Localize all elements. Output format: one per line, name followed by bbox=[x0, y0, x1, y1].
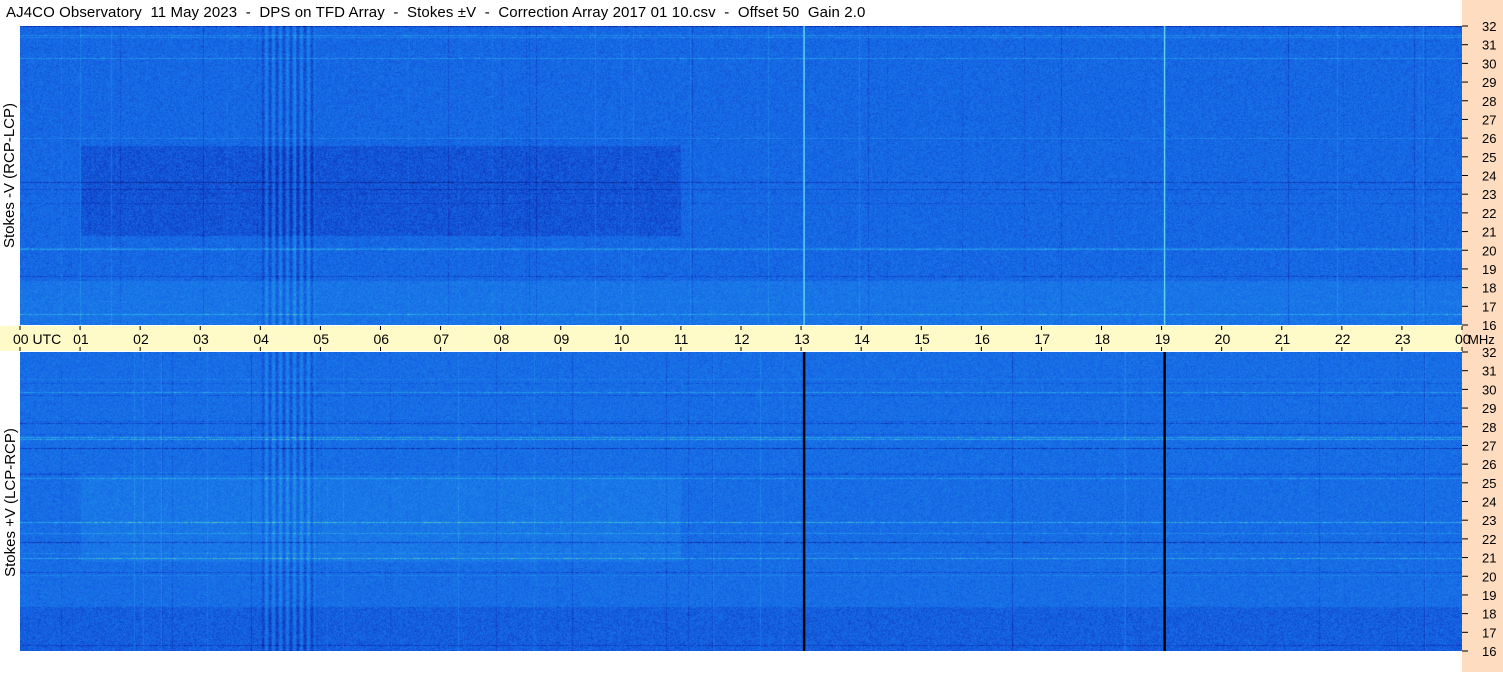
frequency-tick-label: 32 bbox=[1482, 19, 1496, 34]
frequency-tick-label: 23 bbox=[1482, 187, 1496, 202]
time-tick-label: 11 bbox=[674, 331, 689, 347]
frequency-tick-label: 31 bbox=[1482, 364, 1496, 379]
time-axis-band bbox=[0, 326, 1462, 351]
time-tick-label: 07 bbox=[434, 331, 450, 347]
time-tick-label: 16 bbox=[974, 331, 990, 347]
time-tick-label: 21 bbox=[1275, 331, 1291, 347]
frequency-tick-label: 21 bbox=[1482, 225, 1496, 240]
frequency-tick-label: 22 bbox=[1482, 206, 1496, 221]
frequency-tick-label: 25 bbox=[1482, 150, 1496, 165]
time-tick-label: 15 bbox=[914, 331, 930, 347]
frequency-tick-label: 28 bbox=[1482, 94, 1496, 109]
time-tick-label: 09 bbox=[554, 331, 570, 347]
frequency-tick-label: 32 bbox=[1482, 345, 1496, 360]
frequency-tick-label: 24 bbox=[1482, 169, 1496, 184]
time-tick-label: 01 bbox=[73, 331, 89, 347]
time-tick-label: 03 bbox=[193, 331, 209, 347]
frequency-tick-label: 31 bbox=[1482, 38, 1496, 53]
frequency-tick-label: 30 bbox=[1482, 382, 1496, 397]
frequency-tick-label: 17 bbox=[1482, 299, 1496, 314]
frequency-tick-label: 19 bbox=[1482, 262, 1496, 277]
frequency-tick-label: 21 bbox=[1482, 551, 1496, 566]
time-tick-label: 18 bbox=[1095, 331, 1111, 347]
time-tick-label: 13 bbox=[794, 331, 810, 347]
time-tick-label: 02 bbox=[133, 331, 149, 347]
frequency-tick-label: 26 bbox=[1482, 457, 1496, 472]
time-tick-label: 20 bbox=[1215, 331, 1231, 347]
frequency-tick-label: 18 bbox=[1482, 281, 1496, 296]
bottom-panel-heatmap bbox=[20, 352, 1462, 651]
spectrogram-svg: 00 UTC 01 02 03 04 05 06 07 08 09 10 11 12 13 14 15 16 17… bbox=[0, 0, 1503, 672]
time-tick-label: 19 bbox=[1155, 331, 1171, 347]
time-tick-label: 14 bbox=[854, 331, 870, 347]
frequency-tick-label: 22 bbox=[1482, 532, 1496, 547]
frequency-tick-label: 29 bbox=[1482, 75, 1496, 90]
time-tick-label: 22 bbox=[1335, 331, 1351, 347]
time-tick-label: 23 bbox=[1395, 331, 1411, 347]
frequency-tick-label: 23 bbox=[1482, 513, 1496, 528]
frequency-tick-label: 27 bbox=[1482, 438, 1496, 453]
time-tick-label: 05 bbox=[313, 331, 329, 347]
time-tick-label: 17 bbox=[1034, 331, 1050, 347]
frequency-tick-label: 20 bbox=[1482, 569, 1496, 584]
frequency-tick-label: 24 bbox=[1482, 495, 1496, 510]
spectrogram-chart: 00 UTC 01 02 03 04 05 06 07 08 09 10 11 12 13 14 15 16 17… bbox=[0, 0, 1503, 677]
frequency-tick-label: 16 bbox=[1482, 318, 1496, 333]
frequency-tick-label: 18 bbox=[1482, 607, 1496, 622]
time-tick-label: 10 bbox=[614, 331, 630, 347]
time-tick-label: 12 bbox=[734, 331, 750, 347]
time-tick-label: 04 bbox=[253, 331, 269, 347]
frequency-tick-label: 28 bbox=[1482, 420, 1496, 435]
frequency-tick-label: 27 bbox=[1482, 112, 1496, 127]
frequency-tick-label: 16 bbox=[1482, 644, 1496, 659]
frequency-tick-label: 20 bbox=[1482, 243, 1496, 258]
time-tick-label: 06 bbox=[374, 331, 390, 347]
top-panel-heatmap bbox=[20, 26, 1462, 325]
frequency-tick-label: 17 bbox=[1482, 625, 1496, 640]
frequency-tick-label: 30 bbox=[1482, 56, 1496, 71]
frequency-tick-label: 25 bbox=[1482, 476, 1496, 491]
time-tick-label: 00 UTC bbox=[13, 331, 61, 347]
frequency-tick-label: 26 bbox=[1482, 131, 1496, 146]
frequency-tick-label: 19 bbox=[1482, 588, 1496, 603]
time-tick-label: 08 bbox=[494, 331, 510, 347]
frequency-unit-label: MHz bbox=[1468, 332, 1495, 347]
frequency-tick-label: 29 bbox=[1482, 401, 1496, 416]
